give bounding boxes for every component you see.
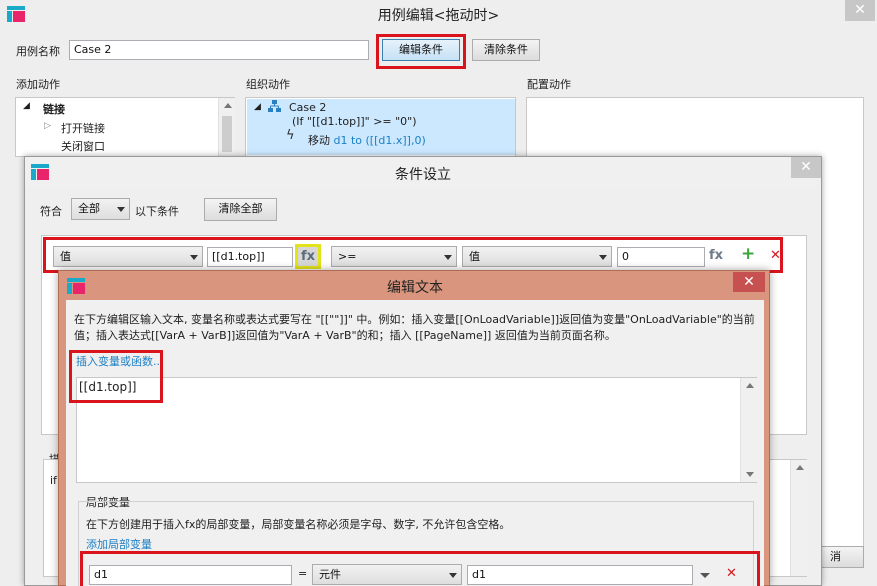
clear-all-button[interactable]: 清除全部 xyxy=(204,198,277,221)
organize-actions-label: 组织动作 xyxy=(246,78,290,91)
lightning-icon: ϟ xyxy=(286,128,295,143)
clear-condition-button[interactable]: 清除条件 xyxy=(472,39,540,61)
case-collapse-icon[interactable]: ◢ xyxy=(254,102,261,112)
add-actions-label: 添加动作 xyxy=(16,78,60,91)
case-name-label: 用例名称 xyxy=(16,45,60,58)
condition-dialog-titlebar: 条件设立 ✕ xyxy=(25,157,821,187)
text-editor[interactable]: [[d1.top]] xyxy=(76,377,757,483)
chevron-down-icon xyxy=(117,207,125,212)
description-text: if xyxy=(50,474,57,487)
case-name-input[interactable]: Case 2 xyxy=(69,40,369,60)
edit-condition-highlight xyxy=(376,34,466,69)
move-action-node[interactable]: 移动 d1 to ([[d1.x]],0) xyxy=(308,132,426,148)
edit-text-close-icon[interactable]: ✕ xyxy=(733,272,765,292)
add-local-var-link[interactable]: 添加局部变量 xyxy=(86,536,152,552)
match-select[interactable]: 全部 xyxy=(71,198,130,220)
cancel-button-label: 消 xyxy=(830,550,841,563)
case-condition-text: (If "[[d1.top]]" >= "0") xyxy=(292,115,417,128)
local-vars-description: 在下方创建用于插入fx的局部变量，局部变量名称必须是字母、数字, 不允许包含空格… xyxy=(86,518,511,531)
insert-variable-highlight xyxy=(69,350,163,403)
add-actions-scrollbar[interactable] xyxy=(218,98,235,156)
edit-text-title: 编辑文本 xyxy=(387,280,443,296)
match-label: 符合 xyxy=(40,205,62,218)
tree-expand-icon[interactable]: ▷ xyxy=(44,121,51,131)
add-actions-panel: ◢ 链接 ▷ 打开链接 关闭窗口 xyxy=(15,97,235,157)
organize-actions-panel: ◢ Case 2 (If "[[d1.top]]" >= "0") ϟ 移动 d… xyxy=(245,97,516,157)
condition-dialog-title: 条件设立 xyxy=(395,167,451,183)
match-select-value: 全部 xyxy=(78,202,100,215)
condition-row-highlight xyxy=(43,237,783,273)
move-action-verb: 移动 xyxy=(308,134,330,147)
edit-text-description: 在下方编辑区输入文本, 变量名称或表达式要写在 "[[""]]" 中。例如：插入… xyxy=(74,313,755,342)
tree-collapse-icon[interactable]: ◢ xyxy=(23,101,30,111)
edit-text-body: 在下方编辑区输入文本, 变量名称或表达式要写在 "[[""]]" 中。例如：插入… xyxy=(66,300,764,586)
edit-text-dialog: 编辑文本 ✕ 在下方编辑区输入文本, 变量名称或表达式要写在 "[[""]]" … xyxy=(58,270,770,586)
editor-scrollbar[interactable] xyxy=(740,378,757,482)
tree-group-link[interactable]: 链接 xyxy=(43,101,65,117)
local-var-row-highlight xyxy=(80,551,760,586)
tree-item-close-window[interactable]: 关闭窗口 xyxy=(61,138,105,154)
tree-item-open-link[interactable]: 打开链接 xyxy=(61,120,105,136)
case-name-node[interactable]: Case 2 xyxy=(289,101,326,114)
main-close-icon[interactable]: ✕ xyxy=(845,0,875,21)
condition-dialog-close-icon[interactable]: ✕ xyxy=(791,157,821,178)
main-window-title: 用例编辑<拖动时> xyxy=(377,8,500,24)
case-tree-icon xyxy=(268,100,281,112)
move-action-detail: d1 to ([[d1.x]],0) xyxy=(333,134,426,147)
configure-actions-label: 配置动作 xyxy=(527,78,571,91)
following-conditions-label: 以下条件 xyxy=(135,205,179,218)
description-scrollbar[interactable] xyxy=(790,460,807,576)
